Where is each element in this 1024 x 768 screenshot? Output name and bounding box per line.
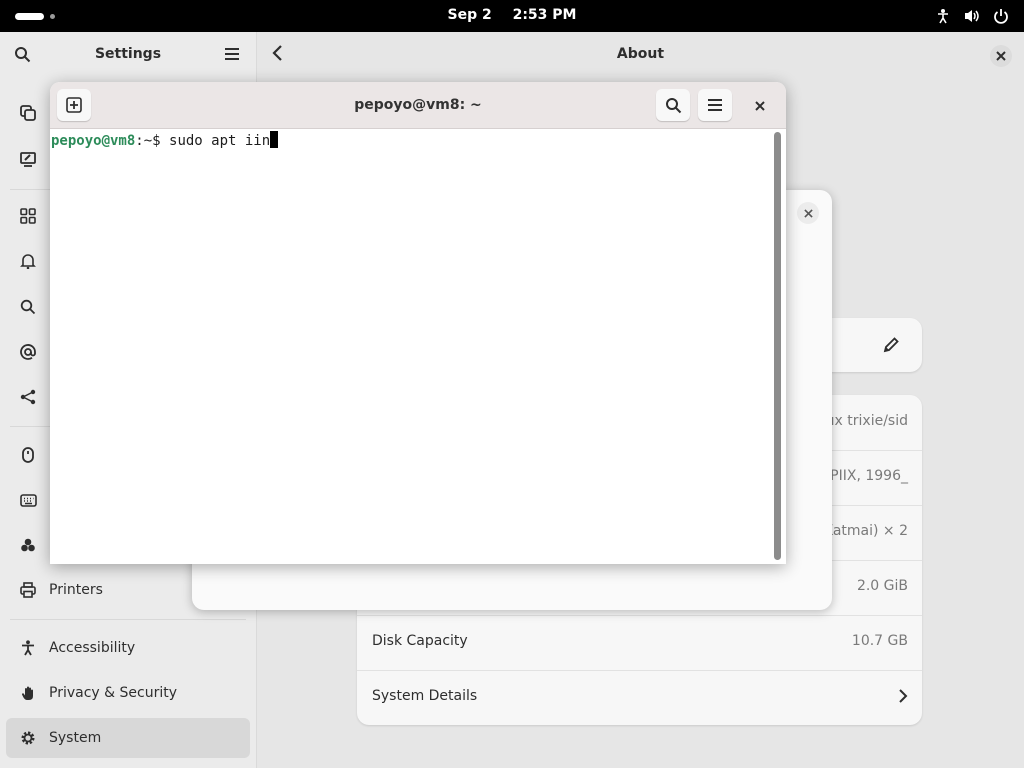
system-tray[interactable] [934, 7, 1010, 25]
search-icon [665, 97, 681, 113]
info-row-value: PIIX, 1996_ [830, 468, 908, 484]
dialog-close-button[interactable] [797, 202, 819, 224]
keyboard-icon [18, 490, 38, 510]
system-details-row[interactable]: System Details [357, 670, 922, 725]
sidebar-item-accessibility[interactable]: Accessibility [6, 628, 250, 668]
terminal-search-button[interactable] [656, 89, 690, 121]
sidebar-item-label: System [49, 730, 102, 746]
sidebar-item-label: Printers [49, 582, 103, 598]
accessibility-status-icon[interactable] [934, 7, 952, 25]
sidebar-item-label: Privacy & Security [49, 685, 177, 701]
info-row-value: 10.7 GB [851, 633, 908, 649]
top-bar: Sep 2 2:53 PM [0, 0, 1024, 32]
info-row-label: System Details [372, 688, 478, 704]
command-input[interactable]: sudo apt iin [169, 133, 270, 149]
hamburger-menu-icon [708, 99, 722, 111]
printer-icon [18, 580, 38, 600]
gear-icon [18, 728, 38, 748]
close-icon [803, 208, 813, 218]
sidebar-separator [10, 619, 246, 620]
terminal-window[interactable]: pepoyo@vm8: ~ pepoyo@vm8:~$ sudo apt iin [50, 82, 786, 564]
chevron-right-icon [898, 688, 908, 704]
prompt-user-host: pepoyo@vm8 [51, 133, 136, 149]
terminal-output[interactable]: pepoyo@vm8:~$ sudo apt iin [50, 129, 773, 564]
multitasking-icon [18, 103, 38, 123]
apps-icon [18, 206, 38, 226]
info-row-value: 2.0 GiB [856, 578, 908, 594]
mouse-icon [18, 445, 38, 465]
close-window-button[interactable] [990, 45, 1012, 67]
pencil-icon[interactable] [883, 336, 900, 353]
info-row-label: Disk Capacity [372, 633, 468, 649]
sidebar-item-system[interactable]: System [6, 718, 250, 758]
terminal-header-bar[interactable]: pepoyo@vm8: ~ [50, 82, 786, 129]
terminal-menu-button[interactable] [698, 89, 732, 121]
clock[interactable]: Sep 2 2:53 PM [0, 7, 1024, 23]
color-icon [18, 535, 38, 555]
sharing-icon [18, 387, 38, 407]
close-icon [755, 101, 765, 111]
sidebar-item-privacy-security[interactable]: Privacy & Security [6, 673, 250, 713]
sidebar-item-label: Accessibility [49, 640, 136, 656]
main-header: About [257, 32, 1024, 78]
hamburger-menu-icon[interactable] [224, 47, 240, 61]
close-icon [996, 51, 1006, 61]
sidebar-header: Settings [0, 32, 256, 77]
info-row-value: ux trixie/sid [825, 413, 908, 429]
prompt-suffix: :~$ [135, 133, 170, 149]
clock-time: 2:53 PM [512, 7, 577, 23]
clock-date: Sep 2 [447, 7, 492, 23]
accessibility-icon [18, 638, 38, 658]
appearance-icon [18, 149, 38, 169]
hand-icon [18, 683, 38, 703]
terminal-close-button[interactable] [750, 96, 770, 116]
terminal-scrollbar[interactable] [774, 132, 781, 560]
notifications-icon [18, 251, 38, 271]
info-row-disk-capacity: Disk Capacity 10.7 GB [357, 615, 922, 670]
online-accounts-icon [18, 342, 38, 362]
sidebar-title: Settings [94, 46, 162, 62]
power-icon[interactable] [992, 7, 1010, 25]
page-title: About [616, 46, 665, 62]
volume-icon[interactable] [963, 7, 981, 25]
search-icon [18, 297, 38, 317]
text-cursor [270, 131, 279, 148]
